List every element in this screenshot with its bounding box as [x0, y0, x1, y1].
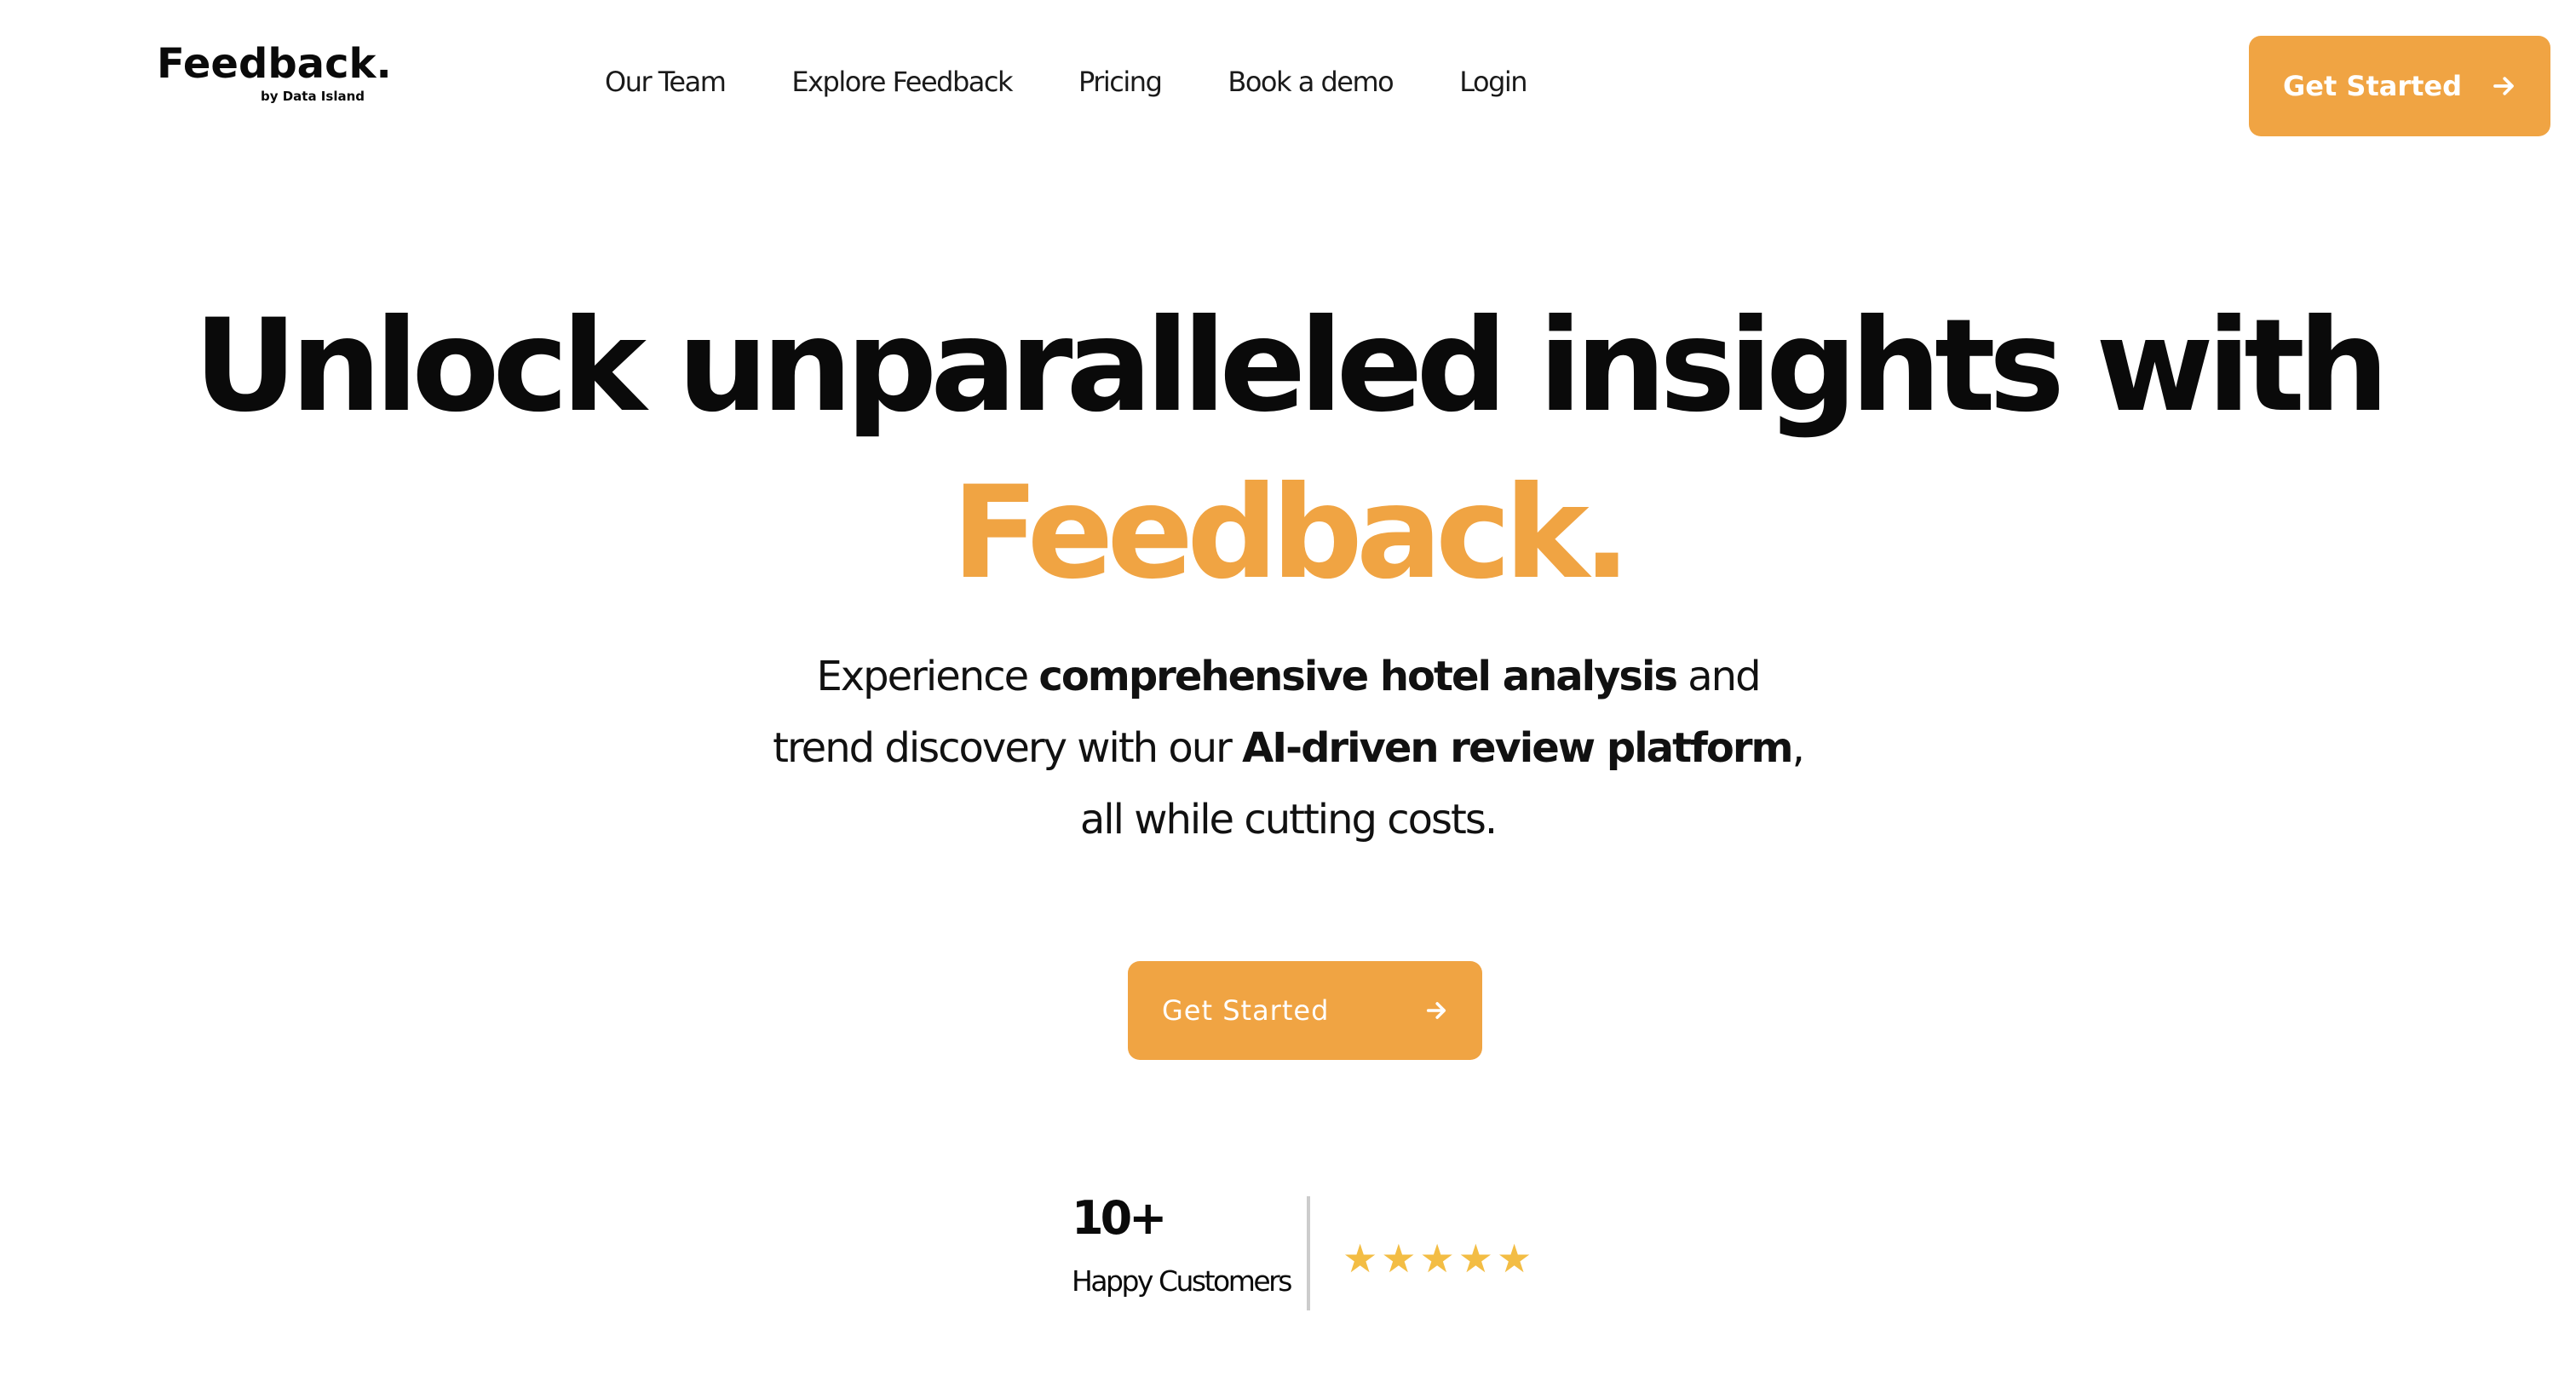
subtitle-text: Experience — [816, 653, 1039, 700]
customer-count: 10+ — [1072, 1191, 1167, 1245]
hero-get-started-button[interactable]: Get Started — [1128, 961, 1482, 1060]
subtitle-bold-ai-platform: AI-driven review platform — [1242, 724, 1793, 772]
header-get-started-button[interactable]: Get Started — [2249, 36, 2550, 136]
logo[interactable]: Feedback. by Data Island — [157, 40, 392, 104]
star-icon: ★ — [1419, 1236, 1455, 1281]
hero-subtitle: Experience comprehensive hotel analysis … — [767, 641, 1809, 855]
nav-our-team[interactable]: Our Team — [605, 63, 727, 101]
star-rating: ★ ★ ★ ★ ★ — [1343, 1239, 1532, 1278]
hero-title-text: Unlock unparalleled insights with — [193, 292, 2389, 441]
hero-title: Unlock unparalleled insights with Feedba… — [0, 283, 2576, 617]
star-icon: ★ — [1381, 1236, 1417, 1281]
hero-title-brand: Feedback. — [952, 459, 1630, 608]
nav-login[interactable]: Login — [1459, 63, 1527, 101]
star-icon: ★ — [1497, 1236, 1532, 1281]
star-icon: ★ — [1458, 1236, 1493, 1281]
stats-divider — [1307, 1196, 1310, 1310]
nav-pricing[interactable]: Pricing — [1078, 63, 1163, 101]
arrow-right-icon — [2491, 73, 2516, 99]
star-icon: ★ — [1343, 1236, 1378, 1281]
nav-explore-feedback[interactable]: Explore Feedback — [791, 63, 1013, 101]
logo-tagline: by Data Island — [260, 89, 365, 104]
nav-book-demo[interactable]: Book a demo — [1228, 63, 1394, 101]
hero-get-started-label: Get Started — [1162, 994, 1330, 1027]
main-nav: Our Team Explore Feedback Pricing Book a… — [605, 63, 1593, 101]
subtitle-bold-hotel-analysis: comprehensive hotel analysis — [1038, 653, 1678, 700]
customer-stats: 10+ Happy Customers — [1072, 1191, 1292, 1299]
logo-wordmark: Feedback. — [157, 40, 392, 88]
arrow-right-icon — [1424, 999, 1448, 1022]
customer-count-label: Happy Customers — [1072, 1264, 1292, 1298]
header-get-started-label: Get Started — [2283, 70, 2463, 102]
